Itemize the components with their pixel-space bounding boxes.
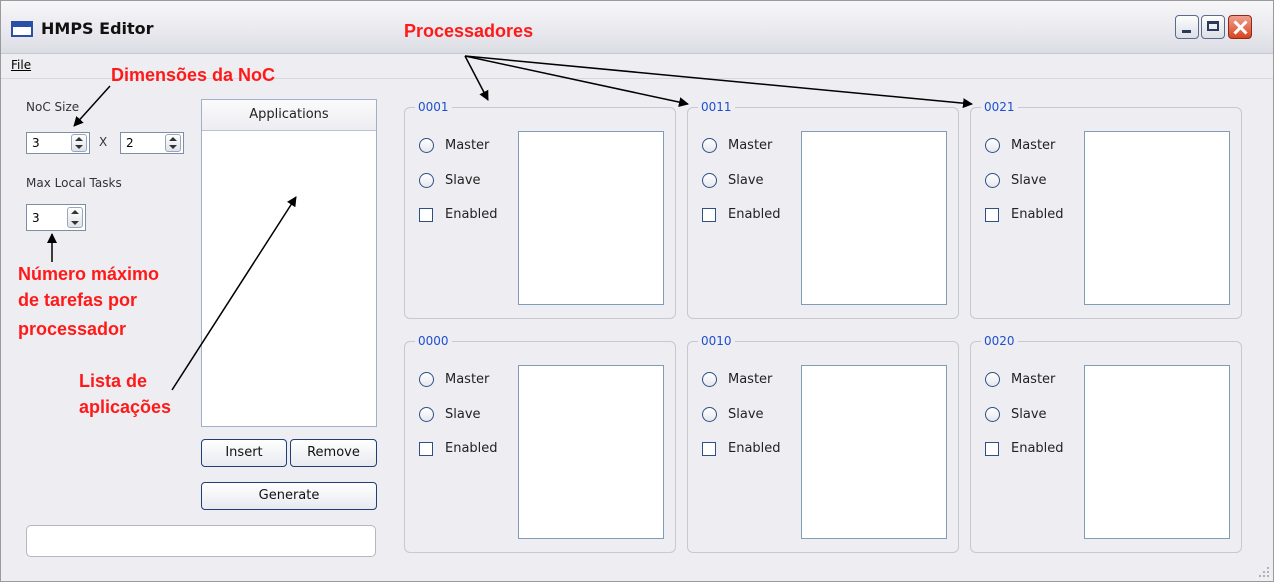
annotation-max-tasks-line2: de tarefas por <box>18 290 138 310</box>
slave-radio[interactable] <box>419 407 434 422</box>
master-label: Master <box>445 372 490 387</box>
noc-size-y-spinner[interactable]: 2 <box>120 132 184 154</box>
master-radio[interactable] <box>702 138 717 153</box>
enabled-label: Enabled <box>1011 207 1064 222</box>
master-label: Master <box>728 372 773 387</box>
annotation-app-list-line1: Lista de <box>79 371 148 391</box>
max-local-tasks-value: 3 <box>32 211 40 225</box>
processor-panel-0020: 0020 Master Slave Enabled <box>970 334 1242 553</box>
maximize-button[interactable] <box>1201 15 1225 39</box>
processor-id: 0000 <box>415 334 452 348</box>
spinner-arrows-icon[interactable] <box>67 207 83 228</box>
enabled-label: Enabled <box>728 441 781 456</box>
spinner-arrows-icon[interactable] <box>71 134 87 152</box>
master-radio[interactable] <box>985 372 1000 387</box>
master-radio[interactable] <box>419 138 434 153</box>
slave-radio[interactable] <box>702 173 717 188</box>
processor-tasks-area[interactable] <box>801 365 947 539</box>
processor-panel-0011: 0011 Master Slave Enabled <box>687 100 959 319</box>
noc-size-x-value: 3 <box>32 136 40 150</box>
noc-size-x-spinner[interactable]: 3 <box>26 132 90 154</box>
master-label: Master <box>1011 372 1056 387</box>
master-label: Master <box>728 138 773 153</box>
processor-panel-0021: 0021 Master Slave Enabled <box>970 100 1242 319</box>
insert-button[interactable]: Insert <box>201 439 287 467</box>
size-separator: X <box>99 135 108 149</box>
title-bar: HMPS Editor <box>1 1 1273 54</box>
slave-radio[interactable] <box>702 407 717 422</box>
max-local-tasks-label: Max Local Tasks <box>26 176 122 190</box>
master-radio[interactable] <box>419 372 434 387</box>
slave-label: Slave <box>1011 407 1047 422</box>
annotation-max-tasks-line1: Número máximo <box>18 264 160 284</box>
enabled-checkbox[interactable] <box>419 442 433 456</box>
slave-label: Slave <box>728 407 764 422</box>
noc-size-y-value: 2 <box>126 136 134 150</box>
master-label: Master <box>445 138 490 153</box>
annotation-processors: Processadores <box>404 21 534 41</box>
app-window-icon <box>11 21 33 37</box>
processor-id: 0021 <box>981 100 1018 114</box>
slave-radio[interactable] <box>419 173 434 188</box>
processor-panel-0010: 0010 Master Slave Enabled <box>687 334 959 553</box>
master-radio[interactable] <box>702 372 717 387</box>
generate-button[interactable]: Generate <box>201 482 377 510</box>
slave-label: Slave <box>445 407 481 422</box>
slave-radio[interactable] <box>985 407 1000 422</box>
processor-tasks-area[interactable] <box>1084 365 1230 539</box>
slave-label: Slave <box>728 173 764 188</box>
applications-list[interactable]: Applications <box>201 99 377 427</box>
processor-tasks-area[interactable] <box>518 131 664 305</box>
close-button[interactable] <box>1228 15 1252 39</box>
processor-tasks-area[interactable] <box>1084 131 1230 305</box>
menu-file[interactable]: File <box>11 58 31 72</box>
noc-size-label: NoC Size <box>26 100 80 114</box>
annotation-noc-dimensions: Dimensões da NoC <box>111 65 276 85</box>
processor-tasks-area[interactable] <box>801 131 947 305</box>
processor-panel-0000: 0000 Master Slave Enabled <box>404 334 676 553</box>
processor-id: 0001 <box>415 100 452 114</box>
status-field[interactable] <box>26 525 376 557</box>
processor-id: 0020 <box>981 334 1018 348</box>
slave-label: Slave <box>1011 173 1047 188</box>
enabled-checkbox[interactable] <box>419 208 433 222</box>
minimize-button[interactable] <box>1175 15 1199 39</box>
window-title: HMPS Editor <box>41 19 154 38</box>
annotation-max-tasks-line3: processador <box>18 319 127 339</box>
enabled-label: Enabled <box>728 207 781 222</box>
master-radio[interactable] <box>985 138 1000 153</box>
applications-header[interactable]: Applications <box>202 100 376 131</box>
slave-radio[interactable] <box>985 173 1000 188</box>
slave-label: Slave <box>445 173 481 188</box>
resize-grip-icon[interactable] <box>1259 567 1269 577</box>
enabled-label: Enabled <box>445 441 498 456</box>
master-label: Master <box>1011 138 1056 153</box>
processor-id: 0010 <box>698 334 735 348</box>
processor-tasks-area[interactable] <box>518 365 664 539</box>
enabled-label: Enabled <box>445 207 498 222</box>
max-local-tasks-spinner[interactable]: 3 <box>26 204 86 231</box>
processor-id: 0011 <box>698 100 735 114</box>
enabled-checkbox[interactable] <box>702 442 716 456</box>
processor-panel-0001: 0001 Master Slave Enabled <box>404 100 676 319</box>
spinner-arrows-icon[interactable] <box>165 134 181 152</box>
enabled-checkbox[interactable] <box>985 208 999 222</box>
enabled-checkbox[interactable] <box>702 208 716 222</box>
remove-button[interactable]: Remove <box>290 439 377 467</box>
enabled-checkbox[interactable] <box>985 442 999 456</box>
enabled-label: Enabled <box>1011 441 1064 456</box>
annotation-app-list-line2: aplicações <box>79 397 172 417</box>
